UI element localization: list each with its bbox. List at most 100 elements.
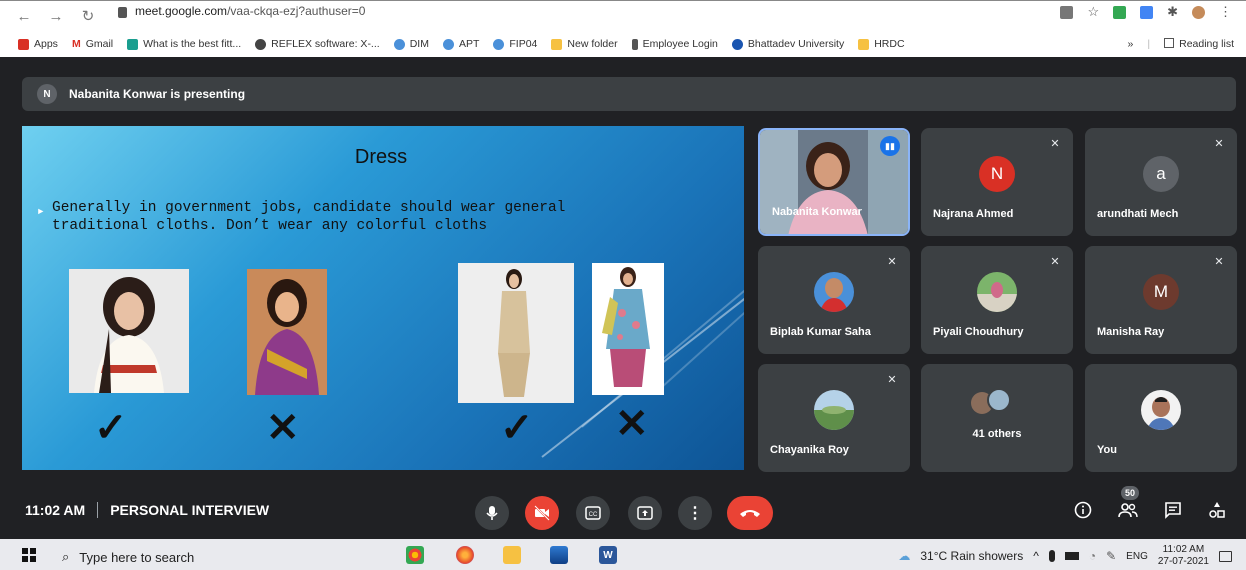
extension-icon-2[interactable] xyxy=(1140,5,1154,19)
system-tray: ☁ 31°C Rain showers ^ ◔ ✎ ENG 11:02 AM 2… xyxy=(898,544,1232,568)
extension-icon[interactable] xyxy=(1113,5,1127,19)
chat-icon xyxy=(1165,502,1181,519)
participant-tile-manisha[interactable]: ✕ M Manisha Ray xyxy=(1085,246,1237,354)
puzzle-icon[interactable]: ✱ xyxy=(1167,4,1178,20)
mic-button[interactable] xyxy=(475,496,509,530)
cross-icon: ✕ xyxy=(266,406,300,450)
bookmark-item[interactable]: Employee Login xyxy=(631,38,718,50)
bookmark-folder[interactable]: New folder xyxy=(551,38,618,50)
wifi-icon[interactable]: ◔ xyxy=(1089,549,1096,563)
bookmark-apps[interactable]: Apps xyxy=(18,38,58,50)
participant-tile-najrana[interactable]: ✕ N Najrana Ahmed xyxy=(921,128,1073,236)
back-icon[interactable]: ← xyxy=(12,8,36,25)
mic-off-icon: ✕ xyxy=(887,256,897,268)
participant-tile-others[interactable]: 41 others xyxy=(921,364,1073,472)
chat-button[interactable] xyxy=(1164,501,1182,524)
bookmark-item[interactable]: APT xyxy=(442,38,479,50)
dress-photo-2 xyxy=(247,269,327,395)
slide-bullet: ► Generally in government jobs, candidat… xyxy=(38,200,566,234)
notifications-icon[interactable] xyxy=(1219,550,1232,562)
captions-button[interactable]: CC xyxy=(576,496,610,530)
people-button[interactable]: 50 xyxy=(1118,486,1140,524)
meet-area: N Nabanita Konwar is presenting Dress ► … xyxy=(0,57,1246,539)
more-options-button[interactable]: ⋮ xyxy=(678,496,712,530)
file-explorer-icon[interactable] xyxy=(503,546,521,564)
meeting-details-button[interactable] xyxy=(1074,501,1092,524)
url-text[interactable]: meet.google.com/vaa-ckqa-ezj?authuser=0 xyxy=(135,4,365,18)
mic-off-icon: ✕ xyxy=(1050,256,1060,268)
camera-off-icon xyxy=(534,505,550,521)
avatar: N xyxy=(979,156,1015,192)
participant-tile-arundhati[interactable]: ✕ a arundhati Mech xyxy=(1085,128,1237,236)
profile-avatar[interactable] xyxy=(1192,5,1205,19)
slide-title: Dress xyxy=(354,146,408,168)
present-button[interactable] xyxy=(628,496,662,530)
bookmark-item[interactable]: FIP04 xyxy=(493,38,537,50)
bookmark-item[interactable]: DIM xyxy=(393,38,429,50)
weather-text[interactable]: 31°C Rain showers xyxy=(920,549,1023,563)
lock-icon xyxy=(118,6,127,18)
people-icon xyxy=(1118,503,1138,518)
camera-icon[interactable] xyxy=(1060,5,1074,19)
leave-call-button[interactable] xyxy=(727,496,773,530)
camera-off-button[interactable] xyxy=(525,496,559,530)
meeting-info: 11:02 AM PERSONAL INTERVIEW xyxy=(25,502,269,518)
present-icon xyxy=(637,506,653,520)
bookmark-folder[interactable]: HRDC xyxy=(858,38,905,50)
site-icon xyxy=(127,38,139,50)
participant-tile-nabanita[interactable]: ▮▮ Nabanita Konwar xyxy=(758,128,910,236)
menu-icon[interactable]: ⋮ xyxy=(1219,4,1232,20)
taskbar-search[interactable]: ⌕ Type here to search xyxy=(62,549,194,565)
folder-icon xyxy=(551,38,563,50)
svg-text:CC: CC xyxy=(589,512,598,518)
mic-icon xyxy=(486,506,498,520)
reading-list[interactable]: Reading list xyxy=(1164,38,1234,50)
word-icon[interactable]: W xyxy=(599,546,617,564)
captions-icon: CC xyxy=(585,506,601,520)
language-indicator[interactable]: ENG xyxy=(1126,551,1148,562)
people-count-badge: 50 xyxy=(1121,486,1140,500)
site-icon xyxy=(731,38,743,50)
chevron-up-icon[interactable]: ^ xyxy=(1033,549,1039,563)
browser-toolbar-right: ☆ ✱ ⋮ xyxy=(1060,4,1232,20)
reading-list-icon xyxy=(1164,38,1175,48)
activities-button[interactable] xyxy=(1208,501,1226,524)
windows-start-icon[interactable] xyxy=(22,548,36,562)
meeting-time: 11:02 AM xyxy=(25,502,86,518)
mic-off-icon: ✕ xyxy=(1050,138,1060,150)
forward-icon[interactable]: → xyxy=(44,8,68,25)
participant-tile-piyali[interactable]: ✕ Piyali Choudhury xyxy=(921,246,1073,354)
mic-off-icon: ✕ xyxy=(1214,138,1224,150)
participant-tile-chayanika[interactable]: ✕ Chayanika Roy xyxy=(758,364,910,472)
presenting-banner: N Nabanita Konwar is presenting xyxy=(22,77,1236,111)
chrome-icon[interactable] xyxy=(406,546,424,564)
site-icon xyxy=(393,38,405,50)
decor-line xyxy=(661,252,744,388)
pen-icon[interactable]: ✎ xyxy=(1106,549,1116,563)
bookmarks-overflow[interactable]: » xyxy=(1128,38,1134,50)
dress-photo-3 xyxy=(458,263,574,403)
star-icon[interactable]: ☆ xyxy=(1087,4,1099,20)
taskbar-clock[interactable]: 11:02 AM 27-07-2021 xyxy=(1158,544,1209,568)
weather-icon: ☁ xyxy=(898,549,911,563)
activities-icon xyxy=(1209,502,1225,518)
avatar xyxy=(814,272,854,312)
photos-icon[interactable] xyxy=(550,546,568,564)
firefox-icon[interactable] xyxy=(456,546,474,564)
bullet-arrow-icon: ► xyxy=(38,207,44,217)
hang-up-icon xyxy=(740,510,760,517)
reload-icon[interactable]: ↻ xyxy=(76,7,100,25)
bookmark-item[interactable]: What is the best fitt... xyxy=(127,38,241,50)
bookmark-item[interactable]: REFLEX software: X-... xyxy=(255,38,380,50)
avatar xyxy=(814,390,854,430)
participant-tile-biplab[interactable]: ✕ Biplab Kumar Saha xyxy=(758,246,910,354)
bookmark-item[interactable]: Bhattadev University xyxy=(731,38,844,50)
folder-icon xyxy=(858,38,870,50)
battery-icon[interactable] xyxy=(1064,552,1079,560)
address-bar[interactable]: meet.google.com/vaa-ckqa-ezj?authuser=0 xyxy=(118,4,365,18)
participant-tile-you[interactable]: You xyxy=(1085,364,1237,472)
dress-photo-1 xyxy=(69,269,189,393)
avatar: M xyxy=(1143,274,1179,310)
more-vert-icon: ⋮ xyxy=(687,505,703,522)
bookmark-gmail[interactable]: M Gmail xyxy=(72,38,113,50)
